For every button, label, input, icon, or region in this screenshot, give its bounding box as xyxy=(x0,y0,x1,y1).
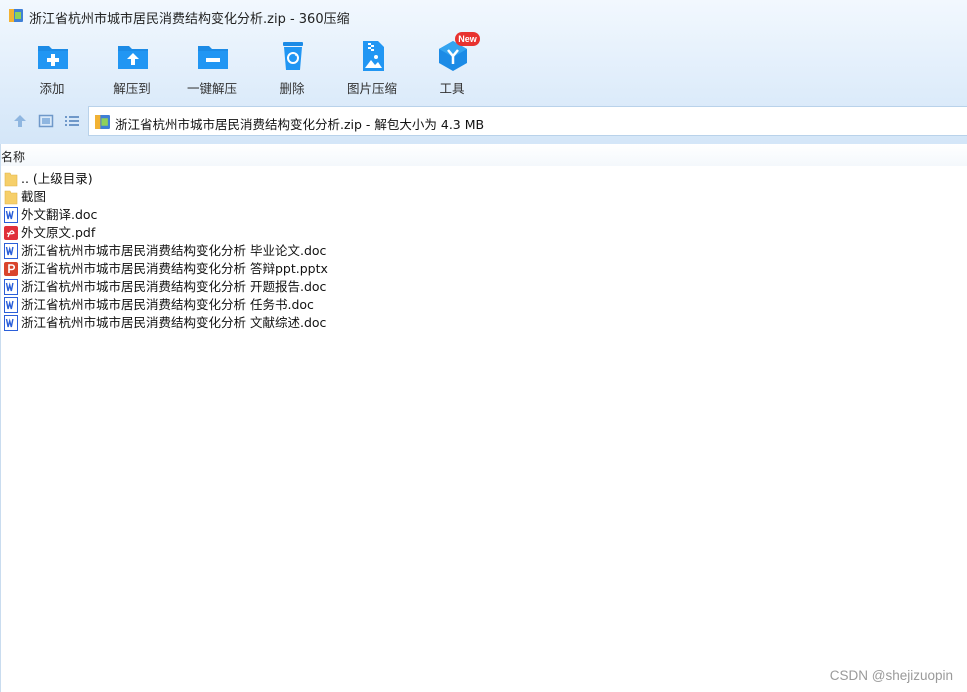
image-compress-label: 图片压缩 xyxy=(346,81,397,96)
list-item[interactable]: 外文原文.pdf xyxy=(0,224,967,242)
list-item[interactable]: .. (上级目录) xyxy=(0,170,967,188)
list-item[interactable]: 外文翻译.doc xyxy=(0,206,967,224)
file-name: 截图 xyxy=(21,189,47,204)
up-arrow-icon[interactable] xyxy=(12,113,28,129)
list-item[interactable]: 浙江省杭州市城市居民消费结构变化分析 任务书.doc xyxy=(0,296,967,314)
one-click-extract-label: 一键解压 xyxy=(186,81,237,96)
add-folder-icon xyxy=(38,46,68,69)
folder-icon xyxy=(4,172,18,187)
file-name: 外文原文.pdf xyxy=(21,225,96,240)
file-list-header: 名称 xyxy=(0,144,967,166)
address-bar[interactable]: 浙江省杭州市城市居民消费结构变化分析.zip - 解包大小为 4.3 MB xyxy=(88,106,967,136)
delete-label: 删除 xyxy=(279,81,305,96)
image-compress-button[interactable]: 图片压缩 xyxy=(332,32,412,98)
one-click-extract-icon xyxy=(198,46,228,69)
zip-archive-icon xyxy=(9,9,23,22)
word-doc-icon xyxy=(4,315,18,331)
file-name: 浙江省杭州市城市居民消费结构变化分析 答辩ppt.pptx xyxy=(21,261,328,276)
word-doc-icon xyxy=(4,297,18,313)
add-button[interactable]: 添加 xyxy=(12,32,92,98)
file-name: 浙江省杭州市城市居民消费结构变化分析 文献综述.doc xyxy=(21,315,327,330)
list-item[interactable]: 截图 xyxy=(0,188,967,206)
file-name: 浙江省杭州市城市居民消费结构变化分析 开题报告.doc xyxy=(21,279,327,294)
file-name: 浙江省杭州市城市居民消费结构变化分析 毕业论文.doc xyxy=(21,243,327,258)
navigation-bar: 浙江省杭州市城市居民消费结构变化分析.zip - 解包大小为 4.3 MB xyxy=(0,105,967,137)
powerpoint-icon xyxy=(4,262,18,276)
address-path: 浙江省杭州市城市居民消费结构变化分析.zip - 解包大小为 4.3 MB xyxy=(115,117,485,132)
list-item[interactable]: 浙江省杭州市城市居民消费结构变化分析 毕业论文.doc xyxy=(0,242,967,260)
tools-button[interactable]: New 工具 xyxy=(412,32,492,98)
word-doc-icon xyxy=(4,243,18,259)
pdf-icon xyxy=(4,226,18,240)
new-badge: New xyxy=(455,32,480,46)
top-panel: 浙江省杭州市城市居民消费结构变化分析.zip - 360压缩 添加 解压到 一键… xyxy=(0,0,967,144)
toolbar: 添加 解压到 一键解压 删除 图片压缩 New 工具 xyxy=(0,32,967,98)
tools-label: 工具 xyxy=(439,81,465,96)
word-doc-icon xyxy=(4,207,18,223)
image-compress-icon xyxy=(363,41,384,71)
window-title: 浙江省杭州市城市居民消费结构变化分析.zip - 360压缩 xyxy=(29,12,350,27)
title-bar: 浙江省杭州市城市居民消费结构变化分析.zip - 360压缩 xyxy=(0,0,967,32)
list-item[interactable]: 浙江省杭州市城市居民消费结构变化分析 开题报告.doc xyxy=(0,278,967,296)
column-header-name[interactable]: 名称 xyxy=(1,148,25,165)
one-click-extract-button[interactable]: 一键解压 xyxy=(172,32,252,98)
list-view-icon[interactable] xyxy=(64,113,80,129)
watermark: CSDN @shejizuopin xyxy=(829,668,953,683)
recycle-delete-icon xyxy=(283,42,303,70)
list-item[interactable]: 浙江省杭州市城市居民消费结构变化分析 答辩ppt.pptx xyxy=(0,260,967,278)
zip-archive-icon xyxy=(95,115,110,129)
word-doc-icon xyxy=(4,279,18,295)
file-name: .. (上级目录) xyxy=(21,171,93,186)
add-label: 添加 xyxy=(39,81,65,96)
extract-to-button[interactable]: 解压到 xyxy=(92,32,172,98)
delete-button[interactable]: 删除 xyxy=(252,32,332,98)
extract-to-folder-icon xyxy=(118,46,148,69)
extract-to-label: 解压到 xyxy=(113,81,151,96)
file-list: .. (上级目录) 截图 外文翻译.doc 外文原文.pdf 浙江省杭州市城市居… xyxy=(0,170,967,332)
file-name: 浙江省杭州市城市居民消费结构变化分析 任务书.doc xyxy=(21,297,314,312)
list-item[interactable]: 浙江省杭州市城市居民消费结构变化分析 文献综述.doc xyxy=(0,314,967,332)
folder-icon xyxy=(4,190,18,205)
thumbnail-view-icon[interactable] xyxy=(38,113,54,129)
file-name: 外文翻译.doc xyxy=(21,207,98,222)
